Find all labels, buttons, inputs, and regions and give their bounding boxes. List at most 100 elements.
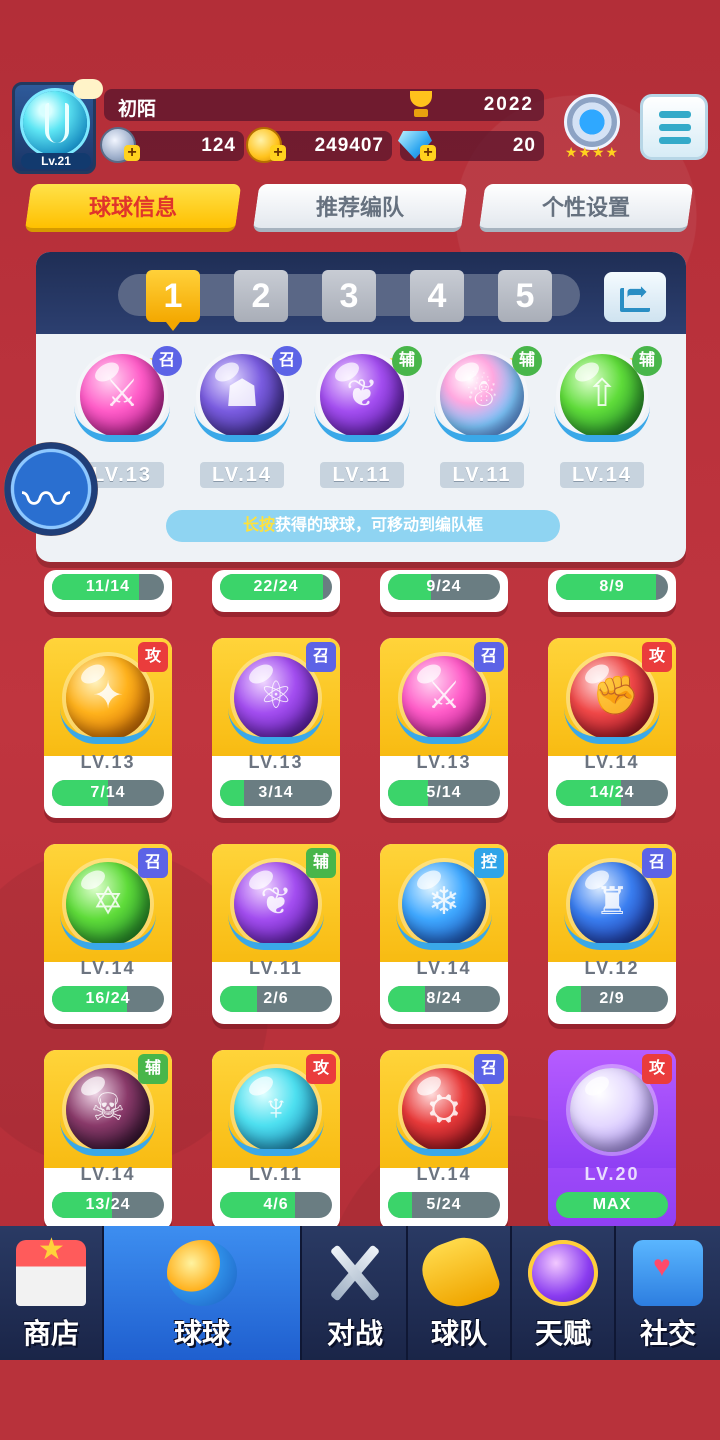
progress-text: 11/14 <box>85 578 131 595</box>
ball-type-tag: 辅 <box>392 346 422 376</box>
progress-bar: 2/9 <box>556 986 668 1012</box>
add-silver-icon[interactable]: + <box>124 145 140 161</box>
ball-card[interactable]: ❄★控LV.148/24 <box>380 844 508 1024</box>
floating-wave-button[interactable] <box>4 442 98 536</box>
nav-talent[interactable]: 天赋 <box>512 1226 616 1360</box>
progress-bar: 11/14 <box>52 574 164 600</box>
team-ball-level: LV.14 <box>560 462 644 488</box>
rank-stars: ★★★★ <box>564 144 620 160</box>
progress-text: 3/14 <box>258 784 294 801</box>
ball-type-tag: 辅 <box>632 346 662 376</box>
tab-ball-info[interactable]: 球球信息 <box>24 184 242 232</box>
progress-bar: 3/14 <box>220 780 332 806</box>
team-slot-1[interactable]: 1 <box>146 270 200 331</box>
progress-bar: MAX <box>556 1192 668 1218</box>
ball-type-tag: 攻 <box>138 642 168 672</box>
gold-resource[interactable]: + 249407 <box>246 127 392 163</box>
whistle-icon <box>414 1230 504 1316</box>
tab-label: 推荐编队 <box>315 195 404 220</box>
ball-card[interactable]: 9/24 <box>380 570 508 612</box>
ball-card[interactable]: ✊★攻LV.1414/24 <box>548 638 676 818</box>
nav-label: 球球 <box>173 1318 230 1349</box>
ball-card[interactable]: ⚔★召LV.135/14 <box>380 638 508 818</box>
team-ball-level: LV.11 <box>440 462 524 488</box>
progress-text: 5/14 <box>426 784 462 801</box>
card-level: LV.13 <box>80 752 136 772</box>
team-ball-slot[interactable]: ☃★辅LV.11 <box>432 346 542 498</box>
ball-type-tag: 攻 <box>642 642 672 672</box>
menu-line-icon <box>659 124 691 131</box>
ball-type-tag: 辅 <box>306 848 336 878</box>
team-ball-slot[interactable]: ❦★辅LV.11 <box>312 346 422 498</box>
bottom-strip <box>0 1360 720 1440</box>
battle-swords-icon <box>320 1240 390 1306</box>
team-ball-level: LV.11 <box>320 462 404 488</box>
diamond-value: 20 <box>512 135 536 156</box>
ball-type-tag: 召 <box>474 642 504 672</box>
menu-line-icon <box>659 137 691 144</box>
ball-card[interactable]: ✦★攻LV.137/14 <box>44 638 172 818</box>
ball-type-tag: 辅 <box>138 1054 168 1084</box>
diamond-resource[interactable]: + 20 <box>398 131 544 161</box>
rank-badge[interactable]: ★★★★ <box>554 92 630 164</box>
team-slot-2[interactable]: 2 <box>234 270 288 322</box>
progress-text: 22/24 <box>253 578 299 595</box>
ball-card[interactable]: ☠★辅LV.1413/24 <box>44 1050 172 1230</box>
nav-social[interactable]: 社交 <box>616 1226 720 1360</box>
team-ball-slot[interactable]: ☗★召LV.14 <box>192 346 302 498</box>
card-level: LV.13 <box>416 752 472 772</box>
menu-button[interactable] <box>640 94 708 160</box>
nav-label: 社交 <box>639 1318 696 1349</box>
trophy-count: 2022 <box>483 94 534 115</box>
team-slot-4[interactable]: 4 <box>410 270 464 322</box>
ball-card[interactable]: ★攻LV.20MAX <box>548 1050 676 1230</box>
card-level: LV.12 <box>584 958 640 978</box>
hint-text: 获得的球球，可移动到编队框 <box>275 517 484 534</box>
share-button[interactable] <box>604 272 666 322</box>
progress-text: 8/9 <box>599 578 625 595</box>
team-slot-5[interactable]: 5 <box>498 270 552 322</box>
progress-bar: 8/9 <box>556 574 668 600</box>
nav-team[interactable]: 球队 <box>408 1226 512 1360</box>
progress-text: 2/9 <box>599 990 625 1007</box>
wing-decoration-icon <box>554 406 650 442</box>
ball-type-tag: 攻 <box>642 1054 672 1084</box>
wing-decoration-icon <box>314 406 410 442</box>
ball-type-tag: 控 <box>474 848 504 878</box>
team-ball-slot[interactable]: ⇧★辅LV.14 <box>552 346 662 498</box>
ball-card[interactable]: ⚛★召LV.133/14 <box>212 638 340 818</box>
card-level: LV.11 <box>248 1164 304 1184</box>
ball-card[interactable]: 8/9 <box>548 570 676 612</box>
add-gold-icon[interactable]: + <box>270 145 286 161</box>
ball-card[interactable]: ⛭★召LV.145/24 <box>380 1050 508 1230</box>
shop-icon <box>16 1232 86 1306</box>
ball-card[interactable]: 22/24 <box>212 570 340 612</box>
team-ball-level: LV.14 <box>200 462 284 488</box>
team-slot-3[interactable]: 3 <box>322 270 376 322</box>
player-avatar[interactable]: Lv.21 <box>12 79 103 174</box>
progress-text: 14/24 <box>589 784 635 801</box>
avatar-glyph-icon <box>45 103 69 143</box>
progress-bar: 16/24 <box>52 986 164 1012</box>
nav-shop[interactable]: 商店 <box>0 1226 104 1360</box>
tab-recommended-team[interactable]: 推荐编队 <box>252 184 468 232</box>
ball-type-tag: 辅 <box>512 346 542 376</box>
ball-card[interactable]: ❦★辅LV.112/6 <box>212 844 340 1024</box>
add-diamond-icon[interactable]: + <box>420 145 436 161</box>
progress-bar: 4/6 <box>220 1192 332 1218</box>
ball-card[interactable]: ♆★攻LV.114/6 <box>212 1050 340 1230</box>
progress-bar: 7/14 <box>52 780 164 806</box>
progress-bar: 5/24 <box>388 1192 500 1218</box>
ball-card[interactable]: ♜★召LV.122/9 <box>548 844 676 1024</box>
ball-card[interactable]: 11/14 <box>44 570 172 612</box>
tab-personal-settings[interactable]: 个性设置 <box>478 184 694 232</box>
nav-balls[interactable]: 球球 <box>104 1226 302 1360</box>
nav-battle[interactable]: 对战 <box>304 1226 408 1360</box>
ball-card[interactable]: ✡★召LV.1416/24 <box>44 844 172 1024</box>
silver-resource[interactable]: + 124 <box>100 127 244 163</box>
progress-text: 4/6 <box>263 1196 289 1213</box>
ball-type-tag: 召 <box>642 848 672 878</box>
nav-label: 对战 <box>326 1318 383 1349</box>
wing-decoration-icon <box>74 406 170 442</box>
ball-type-tag: 召 <box>272 346 302 376</box>
